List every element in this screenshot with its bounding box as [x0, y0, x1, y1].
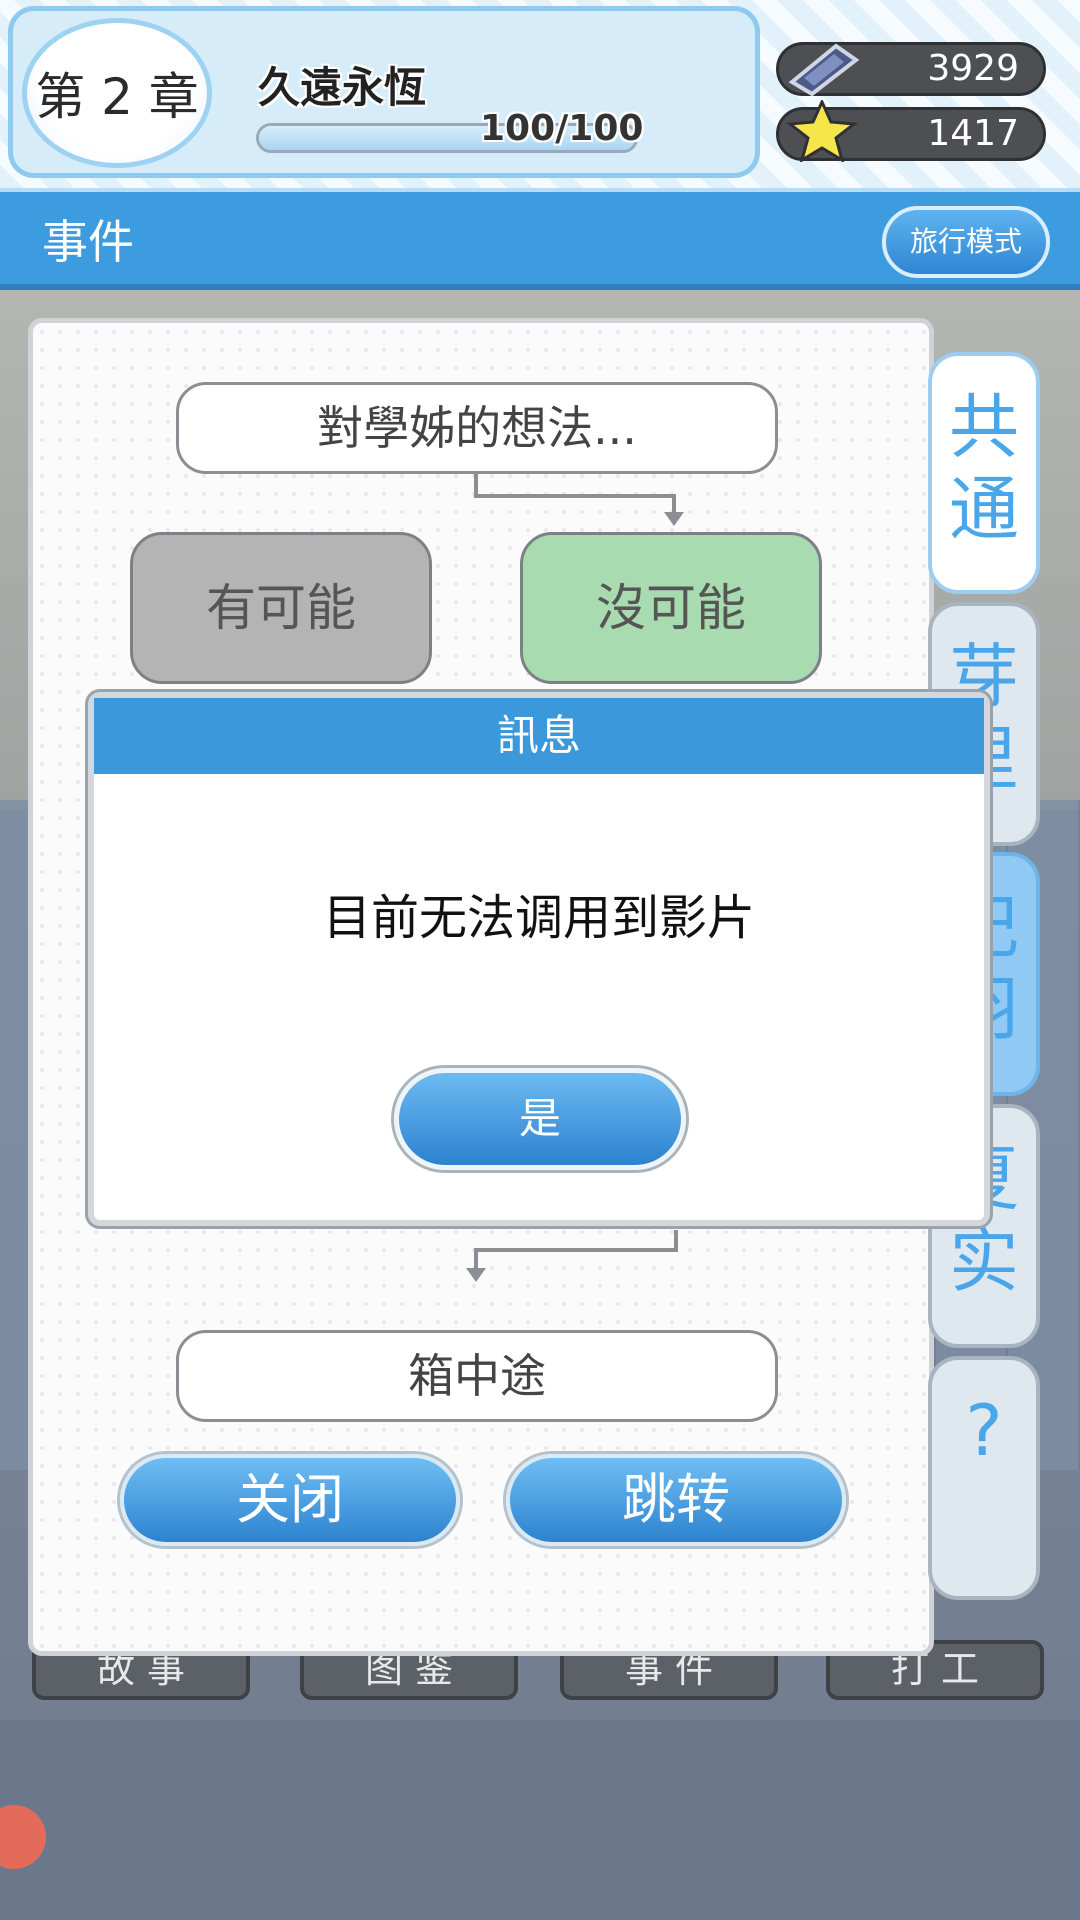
flow-connector	[674, 1230, 678, 1250]
flow-arrow-icon	[664, 512, 684, 526]
star-icon	[786, 98, 860, 164]
gem-ticket-icon	[786, 38, 860, 98]
dialog-confirm-button[interactable]: 是	[394, 1068, 686, 1170]
jump-button[interactable]: 跳转	[506, 1454, 846, 1546]
tab-help[interactable]: ?	[928, 1356, 1040, 1600]
flow-connector	[672, 494, 676, 514]
chapter-title: 久遠永恆	[258, 63, 427, 112]
flow-arrow-icon	[466, 1268, 486, 1282]
dialog-message: 目前无法调用到影片	[322, 890, 755, 946]
choice-possible[interactable]: 有可能	[130, 532, 432, 684]
flow-connector	[474, 494, 676, 498]
event-question-node: 對學姊的想法...	[176, 382, 778, 474]
tab-common[interactable]: 共 通	[928, 352, 1040, 594]
flow-connector	[474, 1248, 478, 1270]
page-title: 事件	[42, 215, 134, 269]
chapter-badge: 第 2 章	[22, 18, 212, 168]
travel-mode-button[interactable]: 旅行模式	[882, 206, 1050, 278]
flow-connector	[474, 1248, 678, 1252]
dialog-title: 訊息	[94, 698, 984, 774]
flow-connector	[474, 474, 478, 496]
event-next-node: 箱中途	[176, 1330, 778, 1422]
choice-impossible[interactable]: 沒可能	[520, 532, 822, 684]
close-button[interactable]: 关闭	[120, 1454, 460, 1546]
background-bottom	[0, 1720, 1080, 1920]
chapter-progress-text: 100/100	[480, 108, 644, 149]
